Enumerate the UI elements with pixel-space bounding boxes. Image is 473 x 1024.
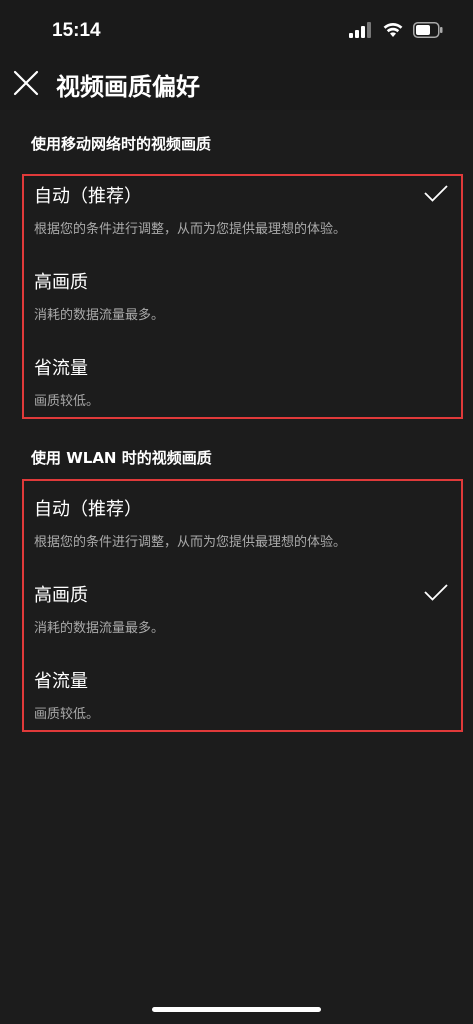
close-button[interactable] <box>10 67 42 99</box>
option-label: 省流量 <box>34 671 88 692</box>
option-description: 画质较低。 <box>34 707 100 722</box>
home-indicator <box>152 1007 321 1012</box>
option-description: 消耗的数据流量最多。 <box>34 308 165 323</box>
option-description: 消耗的数据流量最多。 <box>34 621 165 636</box>
page-title: 视频画质偏好 <box>56 73 200 101</box>
section-title-mobile: 使用移动网络时的视频画质 <box>31 135 212 153</box>
status-time: 15:14 <box>52 20 101 41</box>
option-description: 根据您的条件进行调整，从而为您提供最理想的体验。 <box>34 535 347 550</box>
option-wlan-auto[interactable]: 自动（推荐） 根据您的条件进行调整，从而为您提供最理想的体验。 <box>34 495 449 573</box>
option-label: 自动（推荐） <box>34 499 142 520</box>
option-label: 高画质 <box>34 585 88 606</box>
close-icon <box>13 70 39 96</box>
option-label: 自动（推荐） <box>34 186 142 207</box>
option-description: 画质较低。 <box>34 394 100 409</box>
option-mobile-auto[interactable]: 自动（推荐） 根据您的条件进行调整，从而为您提供最理想的体验。 <box>34 182 449 260</box>
option-label: 高画质 <box>34 272 88 293</box>
checkmark-icon <box>424 584 448 601</box>
battery-icon <box>413 22 443 38</box>
option-label: 省流量 <box>34 358 88 379</box>
section-title-wlan: 使用 WLAN 时的视频画质 <box>31 449 212 467</box>
mobile-quality-group: 自动（推荐） 根据您的条件进行调整，从而为您提供最理想的体验。 高画质 消耗的数… <box>22 174 463 419</box>
checkmark-icon <box>424 185 448 202</box>
header: 视频画质偏好 <box>0 56 473 110</box>
wlan-quality-group: 自动（推荐） 根据您的条件进行调整，从而为您提供最理想的体验。 高画质 消耗的数… <box>22 479 463 732</box>
cellular-signal-icon <box>349 22 371 38</box>
option-mobile-high[interactable]: 高画质 消耗的数据流量最多。 <box>34 268 449 346</box>
option-description: 根据您的条件进行调整，从而为您提供最理想的体验。 <box>34 222 347 237</box>
status-bar: 15:14 <box>0 0 473 64</box>
option-wlan-high[interactable]: 高画质 消耗的数据流量最多。 <box>34 581 449 659</box>
option-mobile-saver[interactable]: 省流量 画质较低。 <box>34 354 449 432</box>
option-wlan-saver[interactable]: 省流量 画质较低。 <box>34 667 449 745</box>
wifi-icon <box>383 22 403 37</box>
status-icons <box>349 22 443 38</box>
